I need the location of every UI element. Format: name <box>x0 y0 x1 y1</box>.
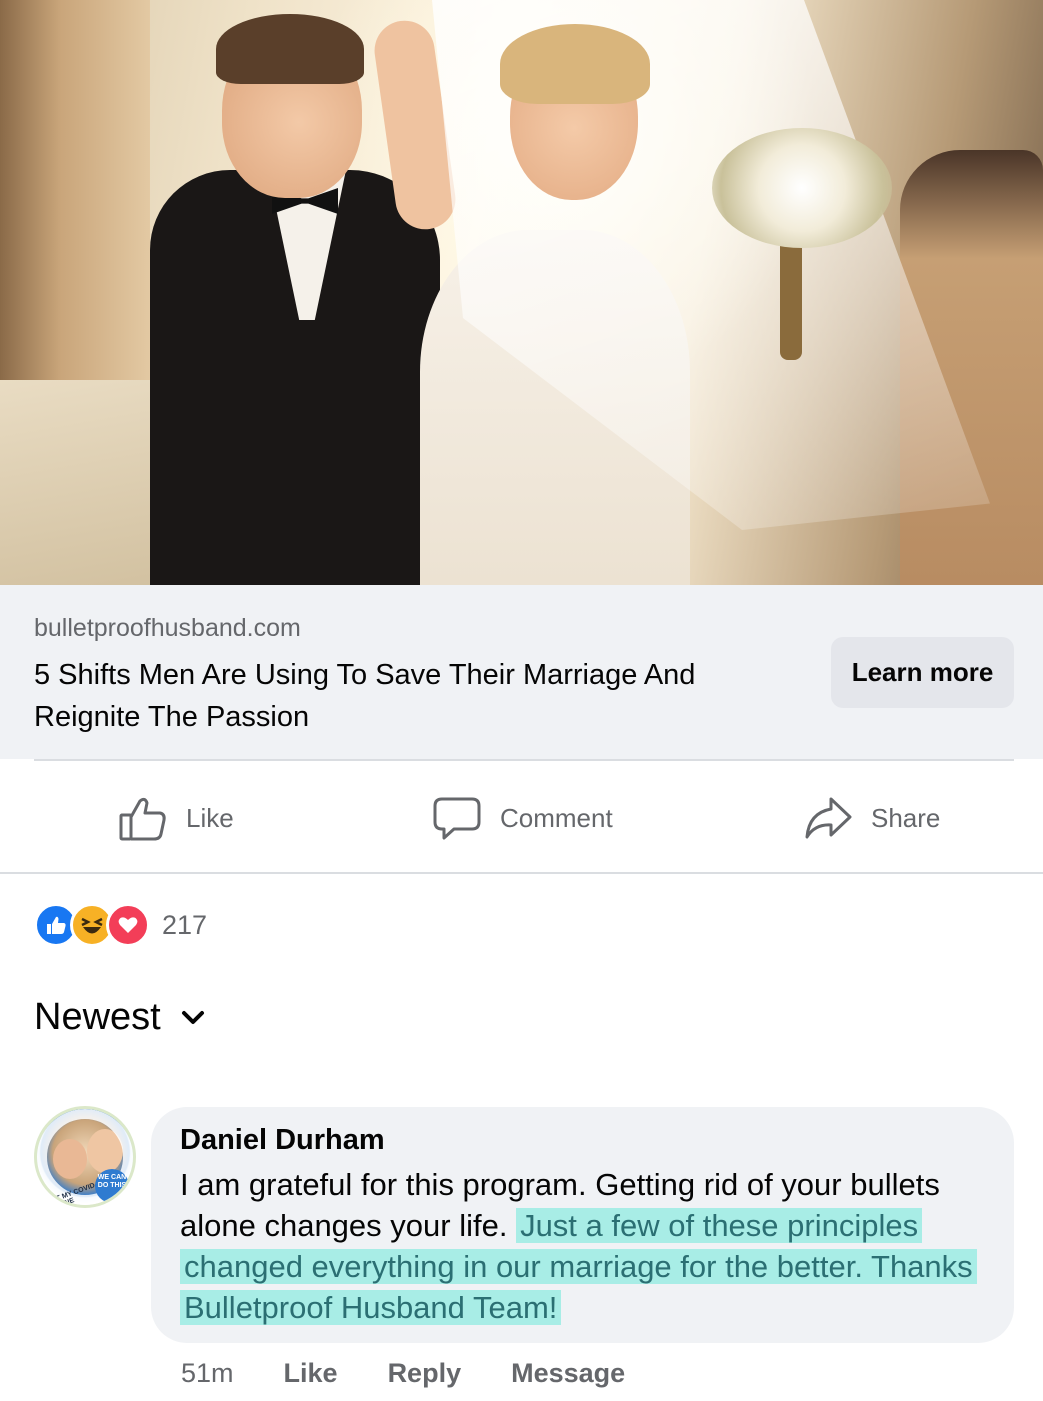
bride-hair <box>500 24 650 104</box>
share-label: Share <box>871 802 941 833</box>
link-headline[interactable]: 5 Shifts Men Are Using To Save Their Mar… <box>34 654 794 738</box>
thumbs-up-icon <box>119 797 166 841</box>
comment-reply-button[interactable]: Reply <box>388 1358 462 1389</box>
avatar[interactable]: I GOT MY COVID-19 VACCINE WE CAN DO THIS <box>34 1106 136 1208</box>
comment-button[interactable]: Comment <box>432 788 613 848</box>
comment-text: I am grateful for this program. Getting … <box>180 1164 980 1328</box>
comment-bubble-icon <box>433 797 481 840</box>
link-domain[interactable]: bulletproofhusband.com <box>34 614 301 643</box>
comment-actions: 51m Like Reply Message <box>181 1358 625 1389</box>
reactions-summary[interactable]: 217 <box>34 903 207 947</box>
groom-hair <box>216 14 364 84</box>
comment-author[interactable]: Daniel Durham <box>180 1124 385 1157</box>
reaction-count: 217 <box>162 909 208 940</box>
comment-timestamp[interactable]: 51m <box>181 1358 234 1389</box>
divider <box>0 872 1043 874</box>
like-button[interactable]: Like <box>118 788 234 848</box>
share-button[interactable]: Share <box>803 788 940 848</box>
bouquet <box>712 128 892 248</box>
learn-more-button[interactable]: Learn more <box>831 637 1014 708</box>
comment-message-button[interactable]: Message <box>511 1358 625 1389</box>
sort-label: Newest <box>34 996 161 1038</box>
comment-sort-dropdown[interactable]: Newest <box>34 996 207 1039</box>
like-label: Like <box>186 802 234 833</box>
chevron-down-icon <box>181 1010 204 1024</box>
ad-hero-image[interactable] <box>0 0 1043 585</box>
comment-label: Comment <box>500 802 613 833</box>
love-reaction-icon <box>106 903 150 947</box>
bouquet-stem <box>780 230 802 360</box>
facebook-ad-post: bulletproofhusband.com 5 Shifts Men Are … <box>0 0 1043 1401</box>
share-arrow-icon <box>805 797 852 839</box>
divider <box>34 759 1014 761</box>
comment-like-button[interactable]: Like <box>284 1358 338 1389</box>
avatar-badge: WE CAN DO THIS <box>95 1169 129 1203</box>
